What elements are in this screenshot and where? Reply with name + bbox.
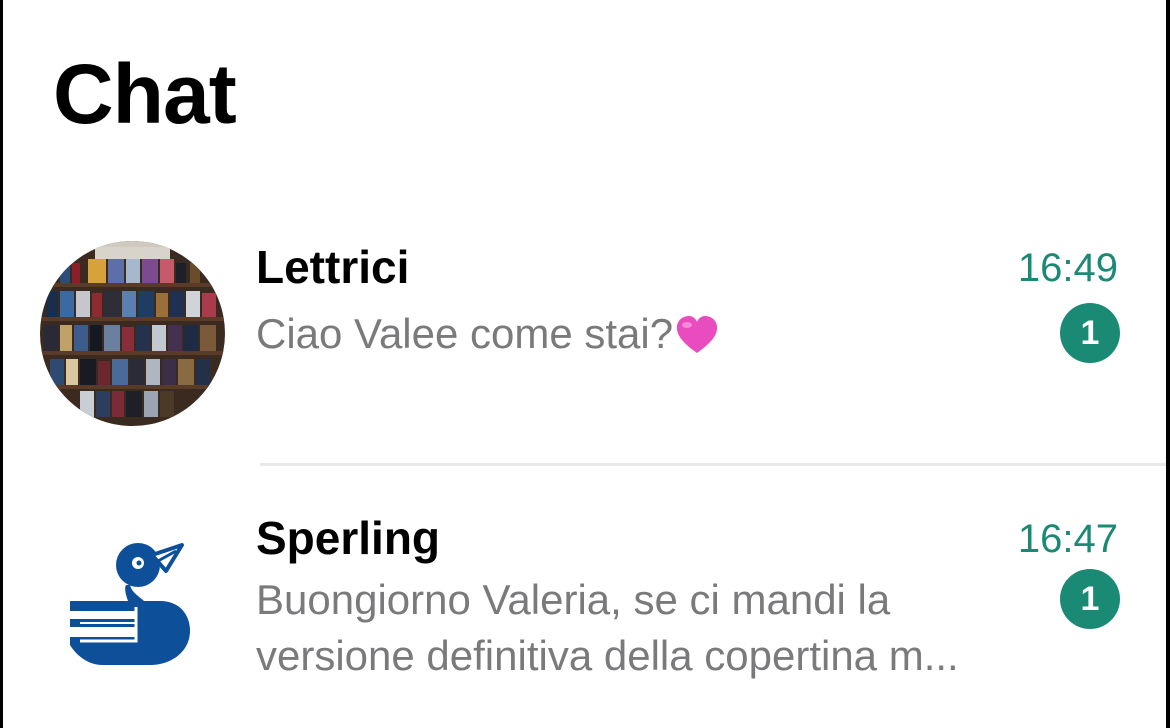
chat-preview: Ciao Valee come stai? — [256, 306, 1056, 362]
avatar-bookshelf — [40, 241, 225, 426]
avatar-sperling-logo — [40, 523, 225, 708]
page-title: Chat — [53, 47, 237, 141]
chat-preview-text: Ciao Valee come stai? — [256, 310, 674, 357]
bird-on-books-logo-icon — [70, 543, 190, 665]
chat-name: Sperling — [256, 512, 441, 564]
chat-preview: Buongiorno Valeria, se ci mandi la versi… — [256, 576, 959, 679]
bookshelf-avatar-image — [40, 241, 225, 426]
chat-time: 16:47 — [1017, 517, 1118, 561]
chat-time: 16:49 — [1017, 246, 1118, 290]
chat-name: Lettrici — [256, 241, 410, 293]
divider — [260, 463, 1166, 466]
chat-list-screen: Chat Lettrici 16:49 Ciao Valee come stai… — [3, 0, 1166, 728]
pink-heart-icon — [675, 313, 719, 353]
unread-badge: 1 — [1060, 303, 1120, 363]
chat-row-sperling[interactable]: Sperling 16:47 Buongiorno Valeria, se ci… — [3, 467, 1166, 728]
chat-row-lettrici[interactable]: Lettrici 16:49 Ciao Valee come stai? 1 — [3, 230, 1166, 465]
unread-badge: 1 — [1060, 569, 1120, 629]
